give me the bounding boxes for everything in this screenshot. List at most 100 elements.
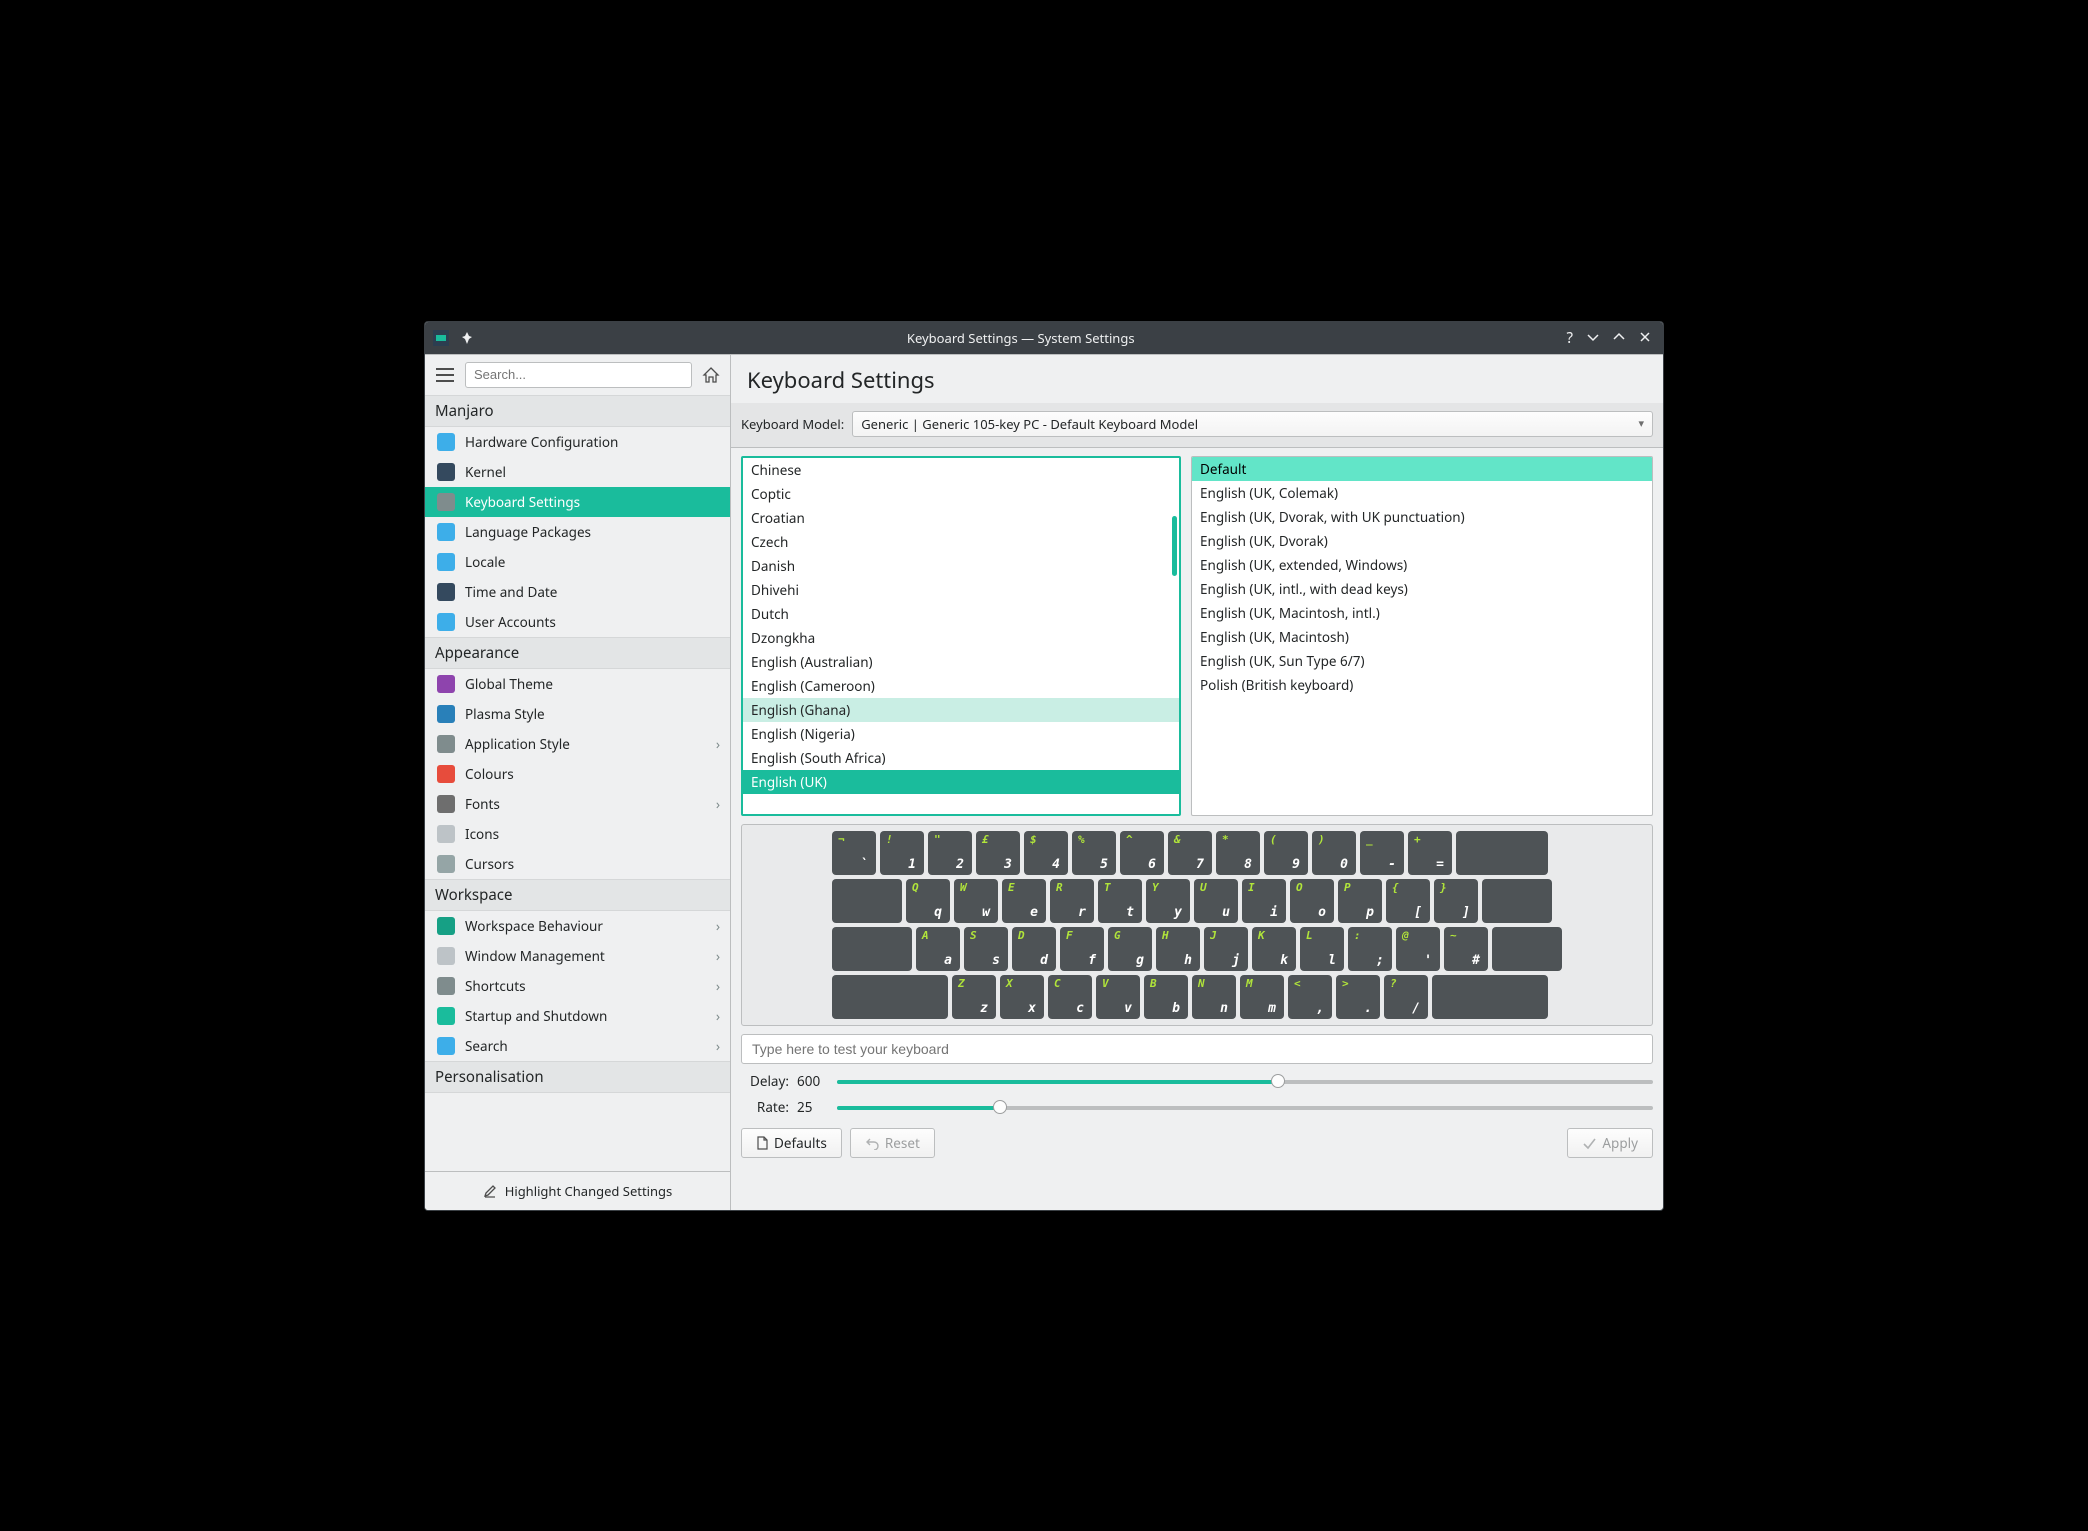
sidebar-item-icon <box>437 675 455 693</box>
sidebar-item[interactable]: Icons <box>425 819 730 849</box>
layout-list-item[interactable]: English (South Africa) <box>743 746 1179 770</box>
sidebar-section-header: Manjaro <box>425 395 730 427</box>
layout-list-item[interactable]: English (Nigeria) <box>743 722 1179 746</box>
layout-list-item[interactable]: Czech <box>743 530 1179 554</box>
rate-slider-row: Rate: 25 <box>741 1098 1653 1116</box>
variant-list-item[interactable]: Default <box>1192 457 1652 481</box>
rate-slider[interactable] <box>837 1098 1653 1116</box>
variant-list-item[interactable]: English (UK, Dvorak, with UK punctuation… <box>1192 505 1652 529</box>
sidebar-item[interactable]: Cursors <box>425 849 730 879</box>
sidebar-item-label: Keyboard Settings <box>465 493 580 511</box>
layout-list-item[interactable]: English (Ghana) <box>743 698 1179 722</box>
window: Keyboard Settings — System Settings ? <box>424 321 1664 1211</box>
pin-icon[interactable] <box>459 330 475 346</box>
sidebar-item[interactable]: Keyboard Settings <box>425 487 730 517</box>
reset-label: Reset <box>885 1134 920 1152</box>
chevron-right-icon: › <box>716 977 720 995</box>
scrollbar-thumb[interactable] <box>1172 516 1177 576</box>
delay-slider[interactable] <box>837 1072 1653 1090</box>
keyboard-key: Ii <box>1242 879 1286 923</box>
sidebar-item-label: Locale <box>465 553 505 571</box>
sidebar-item[interactable]: Colours <box>425 759 730 789</box>
keyboard-key: Ee <box>1002 879 1046 923</box>
sidebar-item-label: Global Theme <box>465 675 553 693</box>
sidebar-item[interactable]: Window Management› <box>425 941 730 971</box>
sidebar-item[interactable]: Workspace Behaviour › <box>425 911 730 941</box>
variant-list-item[interactable]: English (UK, Dvorak) <box>1192 529 1652 553</box>
sidebar-item[interactable]: Time and Date <box>425 577 730 607</box>
keyboard-key: {[ <box>1386 879 1430 923</box>
variant-list-item[interactable]: English (UK, Macintosh, intl.) <box>1192 601 1652 625</box>
sidebar-item[interactable]: Application Style› <box>425 729 730 759</box>
keyboard-key <box>832 879 902 923</box>
keyboard-key: ^6 <box>1120 831 1164 875</box>
keyboard-key: Tt <box>1098 879 1142 923</box>
home-icon[interactable] <box>700 364 722 386</box>
keyboard-key: ¬` <box>832 831 876 875</box>
layout-list-item[interactable]: English (Cameroon) <box>743 674 1179 698</box>
variant-list-item[interactable]: English (UK, Colemak) <box>1192 481 1652 505</box>
variants-listbox[interactable]: DefaultEnglish (UK, Colemak)English (UK,… <box>1191 456 1653 816</box>
sidebar-item[interactable]: Language Packages <box>425 517 730 547</box>
sidebar-item[interactable]: Plasma Style <box>425 699 730 729</box>
layout-list-item[interactable]: Dutch <box>743 602 1179 626</box>
minimize-icon[interactable] <box>1587 329 1599 347</box>
keyboard-model-combo[interactable]: Generic | Generic 105-key PC - Default K… <box>852 411 1653 437</box>
layout-list-item[interactable]: Chinese <box>743 458 1179 482</box>
close-icon[interactable] <box>1639 329 1651 347</box>
defaults-button[interactable]: Defaults <box>741 1128 842 1158</box>
layout-list-item[interactable]: Dhivehi <box>743 578 1179 602</box>
keyboard-key: £3 <box>976 831 1020 875</box>
rate-label: Rate: <box>741 1098 789 1116</box>
sidebar-item[interactable]: Locale <box>425 547 730 577</box>
search-input[interactable] <box>465 362 692 388</box>
layout-list-item[interactable]: English (UK) <box>743 770 1179 794</box>
layout-list-item[interactable]: Dzongkha <box>743 626 1179 650</box>
menu-icon[interactable] <box>433 368 457 382</box>
maximize-icon[interactable] <box>1613 329 1625 347</box>
sidebar-item[interactable]: Kernel <box>425 457 730 487</box>
keyboard-key: Ff <box>1060 927 1104 971</box>
keyboard-key: Mm <box>1240 975 1284 1019</box>
sidebar-item[interactable]: Global Theme <box>425 669 730 699</box>
sidebar-item-label: Plasma Style <box>465 705 545 723</box>
sidebar-item[interactable]: Search› <box>425 1031 730 1061</box>
layout-list-item[interactable]: Danish <box>743 554 1179 578</box>
layout-list-item[interactable]: English (Australian) <box>743 650 1179 674</box>
sidebar-item[interactable]: Startup and Shutdown› <box>425 1001 730 1031</box>
variant-list-item[interactable]: English (UK, intl., with dead keys) <box>1192 577 1652 601</box>
sidebar-section-header: Personalisation <box>425 1061 730 1093</box>
help-icon[interactable]: ? <box>1566 328 1573 348</box>
highlight-changed-button[interactable]: Highlight Changed Settings <box>425 1171 730 1210</box>
chevron-down-icon: ▾ <box>1638 416 1644 431</box>
layout-list-item[interactable]: Croatian <box>743 506 1179 530</box>
sidebar-item-label: Workspace Behaviour <box>465 917 603 935</box>
delay-slider-row: Delay: 600 <box>741 1072 1653 1090</box>
sidebar-item[interactable]: Hardware Configuration <box>425 427 730 457</box>
undo-icon <box>865 1136 879 1150</box>
chevron-right-icon: › <box>716 917 720 935</box>
layout-list-item[interactable]: Coptic <box>743 482 1179 506</box>
sidebar-item-icon <box>437 1007 455 1025</box>
variant-list-item[interactable]: English (UK, Macintosh) <box>1192 625 1652 649</box>
apply-button: Apply <box>1567 1128 1653 1158</box>
keyboard-key: Oo <box>1290 879 1334 923</box>
variant-list-item[interactable]: English (UK, Sun Type 6/7) <box>1192 649 1652 673</box>
sidebar-item[interactable]: Fonts› <box>425 789 730 819</box>
sidebar-item-label: Startup and Shutdown <box>465 1007 607 1025</box>
sidebar-item-icon <box>437 1037 455 1055</box>
sidebar-item[interactable]: Shortcuts› <box>425 971 730 1001</box>
chevron-right-icon: › <box>716 1037 720 1055</box>
sidebar-item-label: Language Packages <box>465 523 591 541</box>
variant-list-item[interactable]: Polish (British keyboard) <box>1192 673 1652 697</box>
sidebar-item-icon <box>437 735 455 753</box>
sidebar-item-icon <box>437 463 455 481</box>
layouts-listbox[interactable]: ChineseCopticCroatianCzechDanishDhivehiD… <box>741 456 1181 816</box>
sidebar-item[interactable]: User Accounts <box>425 607 730 637</box>
test-keyboard-input[interactable] <box>741 1034 1653 1064</box>
keyboard-key <box>1482 879 1552 923</box>
sidebar-item-icon <box>437 917 455 935</box>
variant-list-item[interactable]: English (UK, extended, Windows) <box>1192 553 1652 577</box>
sidebar-item-icon <box>437 795 455 813</box>
sidebar-item-icon <box>437 977 455 995</box>
